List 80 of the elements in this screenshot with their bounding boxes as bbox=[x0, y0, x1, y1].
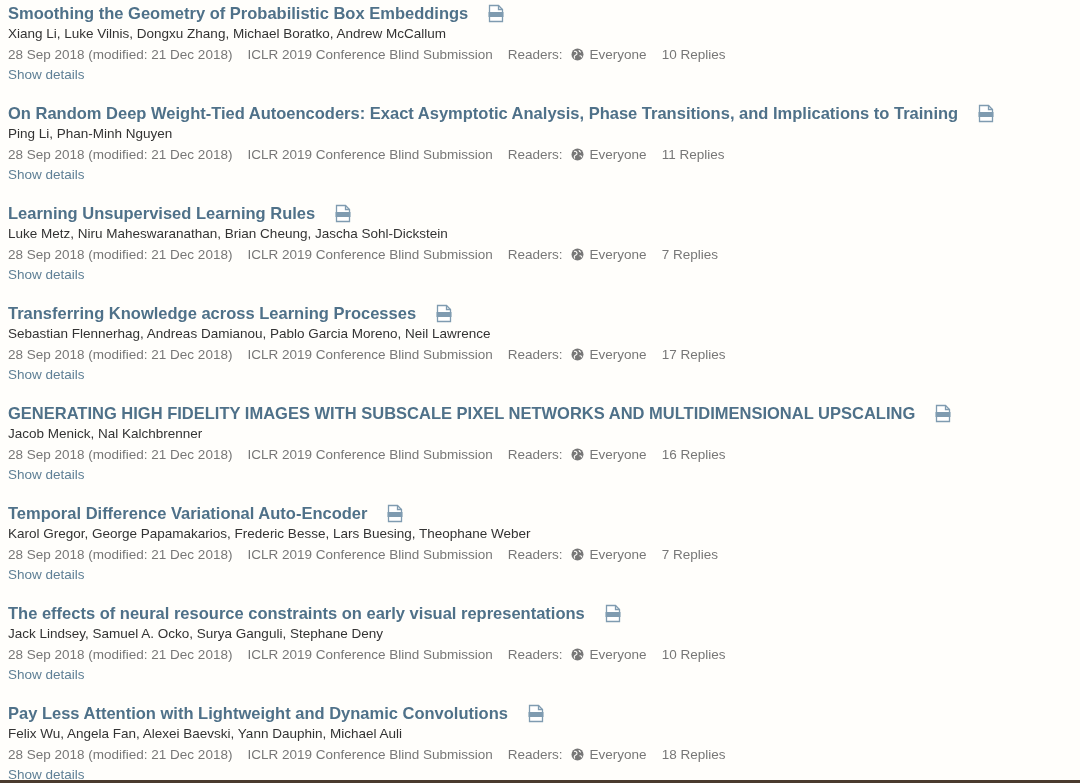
readers-text: Everyone bbox=[589, 647, 647, 662]
pdf-icon[interactable] bbox=[335, 203, 352, 223]
globe-icon bbox=[570, 648, 584, 661]
readers-text: Everyone bbox=[589, 447, 647, 462]
date-text: 28 Sep 2018 (modified: 21 Dec 2018) bbox=[8, 647, 233, 662]
date-text: 28 Sep 2018 (modified: 21 Dec 2018) bbox=[8, 247, 233, 262]
venue-text: ICLR 2019 Conference Blind Submission bbox=[247, 347, 493, 362]
pdf-icon[interactable] bbox=[978, 103, 995, 123]
globe-icon bbox=[570, 248, 584, 261]
readers-label: Readers: bbox=[507, 547, 563, 562]
globe-icon bbox=[570, 748, 584, 761]
readers-label: Readers: bbox=[507, 247, 563, 262]
replies-link[interactable]: 7 Replies bbox=[661, 247, 718, 262]
globe-icon bbox=[570, 348, 584, 361]
replies-link[interactable]: 11 Replies bbox=[661, 147, 725, 162]
date-text: 28 Sep 2018 (modified: 21 Dec 2018) bbox=[8, 547, 233, 562]
pdf-icon[interactable] bbox=[488, 3, 505, 23]
pdf-icon[interactable] bbox=[436, 303, 453, 323]
date-text: 28 Sep 2018 (modified: 21 Dec 2018) bbox=[8, 347, 233, 362]
pdf-icon[interactable] bbox=[935, 403, 952, 423]
show-details-link[interactable]: Show details bbox=[8, 65, 85, 85]
show-details-link[interactable]: Show details bbox=[8, 565, 85, 585]
paper-title[interactable]: GENERATING HIGH FIDELITY IMAGES WITH SUBSCALE PIXEL NETWORKS AND MULTIDIMENSIONAL UPSCALING bbox=[8, 403, 916, 423]
show-details-link[interactable]: Show details bbox=[8, 465, 85, 485]
author-list: Karol Gregor, George Papamakarios, Frederic Besse, Lars Buesing, Theophane Weber bbox=[8, 524, 1072, 544]
globe-icon bbox=[570, 148, 584, 161]
venue-text: ICLR 2019 Conference Blind Submission bbox=[247, 747, 493, 762]
show-details-link[interactable]: Show details bbox=[8, 165, 85, 185]
author-list: Sebastian Flennerhag, Andreas Damianou, Pablo Garcia Moreno, Neil Lawrence bbox=[8, 324, 1072, 344]
readers-label: Readers: bbox=[507, 347, 563, 362]
author-list: Felix Wu, Angela Fan, Alexei Baevski, Yann Dauphin, Michael Auli bbox=[8, 724, 1072, 744]
date-text: 28 Sep 2018 (modified: 21 Dec 2018) bbox=[8, 747, 233, 762]
readers-text: Everyone bbox=[589, 47, 647, 62]
globe-icon bbox=[570, 548, 584, 561]
venue-text: ICLR 2019 Conference Blind Submission bbox=[247, 147, 493, 162]
pdf-icon[interactable] bbox=[604, 603, 621, 623]
replies-link[interactable]: 18 Replies bbox=[661, 747, 726, 762]
venue-text: ICLR 2019 Conference Blind Submission bbox=[247, 647, 493, 662]
show-details-link[interactable]: Show details bbox=[8, 265, 85, 285]
readers-label: Readers: bbox=[507, 147, 563, 162]
globe-icon bbox=[570, 48, 584, 61]
author-list: Ping Li, Phan-Minh Nguyen bbox=[8, 124, 1072, 144]
readers-text: Everyone bbox=[589, 347, 647, 362]
show-details-link[interactable]: Show details bbox=[8, 665, 85, 685]
author-list: Jacob Menick, Nal Kalchbrenner bbox=[8, 424, 1072, 444]
replies-link[interactable]: 17 Replies bbox=[661, 347, 726, 362]
readers-label: Readers: bbox=[507, 447, 563, 462]
author-list: Jack Lindsey, Samuel A. Ocko, Surya Ganguli, Stephane Deny bbox=[8, 624, 1072, 644]
paper-title[interactable]: The effects of neural resource constraints on early visual representations bbox=[8, 603, 585, 623]
show-details-link[interactable]: Show details bbox=[8, 365, 85, 385]
date-text: 28 Sep 2018 (modified: 21 Dec 2018) bbox=[8, 447, 233, 462]
readers-text: Everyone bbox=[589, 747, 647, 762]
author-list: Xiang Li, Luke Vilnis, Dongxu Zhang, Michael Boratko, Andrew McCallum bbox=[8, 24, 1072, 44]
venue-text: ICLR 2019 Conference Blind Submission bbox=[247, 47, 493, 62]
venue-text: ICLR 2019 Conference Blind Submission bbox=[247, 247, 493, 262]
paper-title[interactable]: Temporal Difference Variational Auto-Encoder bbox=[8, 503, 368, 523]
author-list: Luke Metz, Niru Maheswaranathan, Brian Cheung, Jascha Sohl-Dickstein bbox=[8, 224, 1072, 244]
pdf-icon[interactable] bbox=[387, 503, 404, 523]
date-text: 28 Sep 2018 (modified: 21 Dec 2018) bbox=[8, 47, 233, 62]
show-details-link[interactable]: Show details bbox=[8, 765, 85, 780]
globe-icon bbox=[570, 448, 584, 461]
replies-link[interactable]: 10 Replies bbox=[661, 47, 726, 62]
readers-label: Readers: bbox=[507, 747, 563, 762]
readers-label: Readers: bbox=[507, 47, 563, 62]
paper-title[interactable]: Learning Unsupervised Learning Rules bbox=[8, 203, 316, 223]
replies-link[interactable]: 10 Replies bbox=[661, 647, 726, 662]
date-text: 28 Sep 2018 (modified: 21 Dec 2018) bbox=[8, 147, 233, 162]
paper-title[interactable]: On Random Deep Weight-Tied Autoencoders: Exact Asymptotic Analysis, Phase Transitions, and Implications to Training bbox=[8, 103, 959, 123]
venue-text: ICLR 2019 Conference Blind Submission bbox=[247, 547, 493, 562]
readers-text: Everyone bbox=[589, 547, 647, 562]
paper-title[interactable]: Pay Less Attention with Lightweight and Dynamic Convolutions bbox=[8, 703, 508, 723]
readers-text: Everyone bbox=[589, 247, 647, 262]
replies-link[interactable]: 7 Replies bbox=[661, 547, 718, 562]
paper-title[interactable]: Smoothing the Geometry of Probabilistic Box Embeddings bbox=[8, 3, 469, 23]
pdf-icon[interactable] bbox=[527, 703, 544, 723]
readers-label: Readers: bbox=[507, 647, 563, 662]
venue-text: ICLR 2019 Conference Blind Submission bbox=[247, 447, 493, 462]
replies-link[interactable]: 16 Replies bbox=[661, 447, 726, 462]
readers-text: Everyone bbox=[589, 147, 647, 162]
paper-title[interactable]: Transferring Knowledge across Learning Processes bbox=[8, 303, 417, 323]
